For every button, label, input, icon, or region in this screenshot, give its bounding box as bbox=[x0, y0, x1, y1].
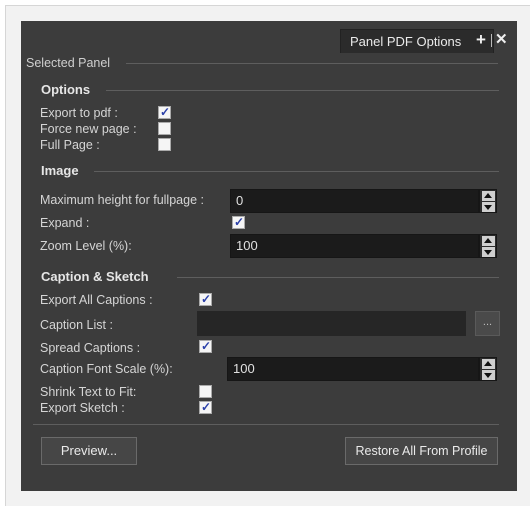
tab-bar: Panel PDF Options + ✕ bbox=[21, 21, 517, 53]
max-height-label: Maximum height for fullpage : bbox=[40, 193, 204, 207]
export-all-captions-checkbox[interactable]: ✓ bbox=[199, 292, 212, 306]
spin-up-icon[interactable] bbox=[482, 359, 495, 369]
preview-button[interactable]: Preview... bbox=[41, 437, 137, 465]
caption-list-field[interactable] bbox=[197, 311, 466, 336]
image-group-title: Image bbox=[41, 163, 79, 178]
buttons-divider bbox=[33, 424, 499, 425]
full-page-checkbox[interactable] bbox=[158, 138, 171, 151]
checkmark-icon: ✓ bbox=[201, 400, 212, 414]
spread-captions-label: Spread Captions : bbox=[40, 341, 141, 355]
force-new-page-checkbox[interactable] bbox=[158, 122, 171, 135]
checkmark-icon: ✓ bbox=[160, 105, 171, 119]
restore-all-from-profile-button[interactable]: Restore All From Profile bbox=[345, 437, 498, 465]
spin-down-icon[interactable] bbox=[482, 202, 495, 212]
spin-up-icon[interactable] bbox=[482, 236, 495, 246]
force-new-page-label: Force new page : bbox=[40, 122, 137, 136]
image-divider bbox=[94, 171, 499, 172]
full-page-label: Full Page : bbox=[40, 138, 100, 152]
export-all-captions-label: Export All Captions : bbox=[40, 293, 153, 307]
options-divider bbox=[106, 90, 499, 91]
export-to-pdf-checkbox[interactable]: ✓ bbox=[158, 105, 171, 119]
font-scale-input[interactable]: 100 bbox=[227, 357, 479, 381]
caption-list-browse-button[interactable]: ... bbox=[475, 311, 500, 336]
font-scale-spinner[interactable] bbox=[479, 357, 497, 381]
divider bbox=[491, 33, 492, 47]
caption-group-title: Caption & Sketch bbox=[41, 269, 149, 284]
tab-panel-pdf-options[interactable]: Panel PDF Options bbox=[340, 29, 494, 53]
options-group-title: Options bbox=[41, 82, 91, 97]
checkmark-icon: ✓ bbox=[201, 292, 212, 306]
spin-up-icon[interactable] bbox=[482, 191, 495, 201]
zoom-level-label: Zoom Level (%): bbox=[40, 239, 132, 253]
tab-controls: + ✕ bbox=[476, 30, 508, 50]
zoom-level-spinner[interactable] bbox=[479, 234, 497, 258]
section-divider bbox=[126, 63, 498, 64]
caption-list-label: Caption List : bbox=[40, 318, 113, 332]
export-to-pdf-label: Export to pdf : bbox=[40, 106, 118, 120]
shrink-text-checkbox[interactable] bbox=[199, 385, 212, 398]
max-height-spinner[interactable] bbox=[479, 189, 497, 213]
close-icon[interactable]: ✕ bbox=[495, 32, 508, 48]
plus-icon[interactable]: + bbox=[476, 31, 488, 49]
export-sketch-checkbox[interactable]: ✓ bbox=[199, 400, 212, 414]
shrink-text-label: Shrink Text to Fit: bbox=[40, 385, 137, 399]
expand-checkbox[interactable]: ✓ bbox=[232, 215, 245, 229]
font-scale-label: Caption Font Scale (%): bbox=[40, 362, 173, 376]
export-sketch-label: Export Sketch : bbox=[40, 401, 125, 415]
panel-pdf-options: Panel PDF Options + ✕ Selected Panel Opt… bbox=[21, 21, 517, 491]
spin-down-icon[interactable] bbox=[482, 370, 495, 380]
checkmark-icon: ✓ bbox=[234, 215, 245, 229]
spin-down-icon[interactable] bbox=[482, 247, 495, 257]
spread-captions-checkbox[interactable]: ✓ bbox=[199, 339, 212, 353]
checkmark-icon: ✓ bbox=[201, 339, 212, 353]
caption-divider bbox=[177, 277, 499, 278]
section-title: Selected Panel bbox=[26, 56, 111, 70]
zoom-level-input[interactable]: 100 bbox=[230, 234, 479, 258]
expand-label: Expand : bbox=[40, 216, 90, 230]
max-height-input[interactable]: 0 bbox=[230, 189, 479, 213]
